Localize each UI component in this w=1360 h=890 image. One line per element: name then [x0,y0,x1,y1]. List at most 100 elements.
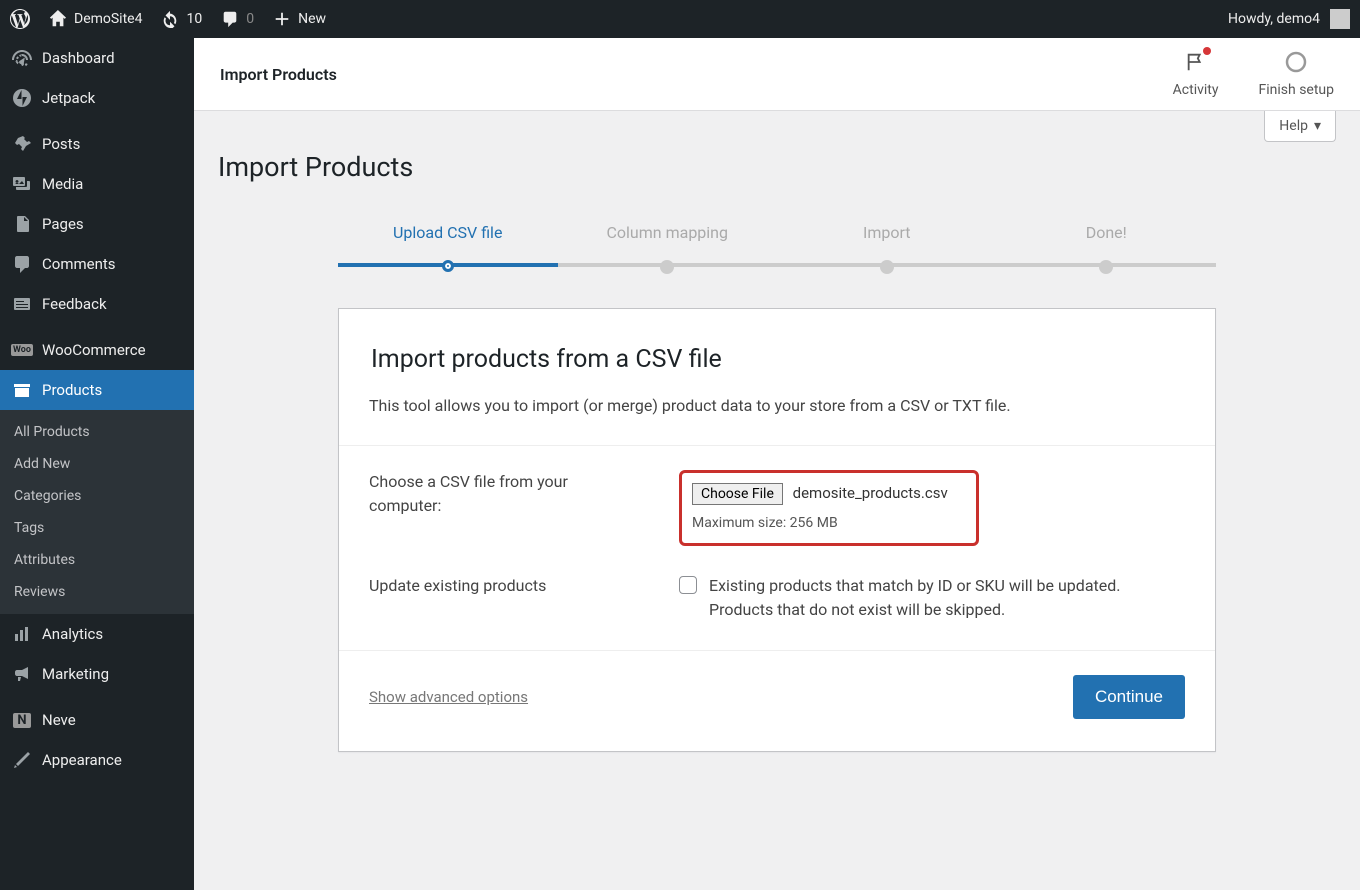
marketing-icon [12,664,32,684]
step-dot [442,260,454,272]
max-file-size: Maximum size: 256 MB [692,515,966,531]
avatar[interactable] [1330,9,1350,29]
chevron-down-icon: ▾ [1314,118,1321,134]
sidebar-label-neve: Neve [42,711,76,729]
finish-setup-button[interactable]: Finish setup [1259,50,1335,98]
sidebar-item-media[interactable]: Media [0,164,194,204]
activity-button[interactable]: Activity [1173,50,1219,98]
sidebar-item-neve[interactable]: N Neve [0,700,194,740]
sidebar-sub-tags[interactable]: Tags [0,512,194,544]
media-icon [12,174,32,194]
step-dot [660,260,674,274]
show-advanced-link[interactable]: Show advanced options [369,688,528,706]
sidebar-item-products[interactable]: Products [0,370,194,410]
sidebar-item-appearance[interactable]: Appearance [0,740,194,780]
choose-file-label: Choose a CSV file from your computer: [369,470,629,518]
finish-setup-label: Finish setup [1259,82,1335,98]
sidebar-label-marketing: Marketing [42,665,109,683]
wordpress-icon [10,9,30,29]
sidebar-item-woocommerce[interactable]: Woo WooCommerce [0,330,194,370]
comment-icon [220,9,240,29]
sidebar-label-media: Media [42,175,83,193]
refresh-count: 10 [186,11,202,27]
import-steps: Upload CSV file Column mapping Import Do… [338,223,1216,274]
updates-link[interactable]: 10 [160,9,202,29]
jetpack-icon [12,88,32,108]
sidebar-sub-reviews[interactable]: Reviews [0,576,194,608]
sidebar-label-feedback: Feedback [42,295,107,313]
card-description: This tool allows you to import (or merge… [369,396,1185,415]
step-label: Import [777,223,997,242]
sidebar-item-feedback[interactable]: Feedback [0,284,194,324]
continue-button[interactable]: Continue [1073,675,1185,719]
admin-sidebar: Dashboard Jetpack Posts Media Pages Comm… [0,38,194,890]
activity-label: Activity [1173,82,1219,98]
sidebar-item-marketing[interactable]: Marketing [0,654,194,694]
sidebar-sub-categories[interactable]: Categories [0,480,194,512]
step-label: Upload CSV file [338,223,558,242]
feedback-icon [12,294,32,314]
sidebar-sub-attributes[interactable]: Attributes [0,544,194,576]
comments-link[interactable]: 0 [220,9,254,29]
sidebar-item-posts[interactable]: Posts [0,124,194,164]
comment-count: 0 [246,11,254,27]
sidebar-sub-all-products[interactable]: All Products [0,416,194,448]
notification-dot [1203,47,1211,55]
sidebar-sub-add-new[interactable]: Add New [0,448,194,480]
step-label: Done! [997,223,1217,242]
page-icon [12,214,32,234]
step-label: Column mapping [558,223,778,242]
flag-icon [1184,50,1208,74]
new-content-link[interactable]: New [272,9,326,29]
sidebar-label-jetpack: Jetpack [42,89,95,107]
update-existing-label: Update existing products [369,574,629,598]
site-name-link[interactable]: DemoSite4 [48,9,142,29]
file-input-highlight: Choose File demosite_products.csv Maximu… [679,470,979,546]
sidebar-item-pages[interactable]: Pages [0,204,194,244]
sidebar-label-appearance: Appearance [42,751,122,769]
main-content: Import Products Activity Finish setup [194,38,1360,890]
choose-file-button[interactable]: Choose File [692,483,783,505]
pin-icon [12,134,32,154]
sidebar-submenu-products: All Products Add New Categories Tags Att… [0,410,194,614]
comments-icon [12,254,32,274]
new-label: New [298,11,326,27]
products-icon [12,380,32,400]
wp-logo-menu[interactable] [10,9,30,29]
appearance-icon [12,750,32,770]
update-existing-description: Existing products that match by ID or SK… [709,574,1185,622]
woo-icon: Woo [12,340,32,360]
update-existing-checkbox[interactable] [679,576,697,594]
page-title: Import Products [218,151,1336,183]
step-dot [880,260,894,274]
admin-topbar: DemoSite4 10 0 New Howdy, demo4 [0,0,1360,38]
sidebar-item-comments[interactable]: Comments [0,244,194,284]
sidebar-item-jetpack[interactable]: Jetpack [0,78,194,118]
help-label: Help [1279,118,1308,134]
sidebar-label-dashboard: Dashboard [42,49,115,67]
selected-file-name: demosite_products.csv [793,484,948,502]
circle-icon [1284,50,1308,74]
import-card: Import products from a CSV file This too… [338,308,1216,752]
home-icon [48,9,68,29]
refresh-icon [160,9,180,29]
sidebar-label-comments: Comments [42,255,116,273]
dashboard-icon [12,48,32,68]
sidebar-item-dashboard[interactable]: Dashboard [0,38,194,78]
sidebar-item-analytics[interactable]: Analytics [0,614,194,654]
step-dot [1099,260,1113,274]
analytics-icon [12,624,32,644]
sidebar-label-pages: Pages [42,215,84,233]
sidebar-label-posts: Posts [42,135,80,153]
neve-icon: N [12,710,32,730]
plus-icon [272,9,292,29]
main-header: Import Products Activity Finish setup [194,38,1360,111]
sidebar-label-products: Products [42,381,102,399]
sidebar-label-analytics: Analytics [42,625,103,643]
header-title: Import Products [220,65,337,84]
card-heading: Import products from a CSV file [371,345,1183,374]
sidebar-label-woocommerce: WooCommerce [42,341,146,359]
howdy-link[interactable]: Howdy, demo4 [1228,11,1320,27]
help-tab[interactable]: Help ▾ [1264,111,1336,142]
site-name: DemoSite4 [74,11,142,27]
